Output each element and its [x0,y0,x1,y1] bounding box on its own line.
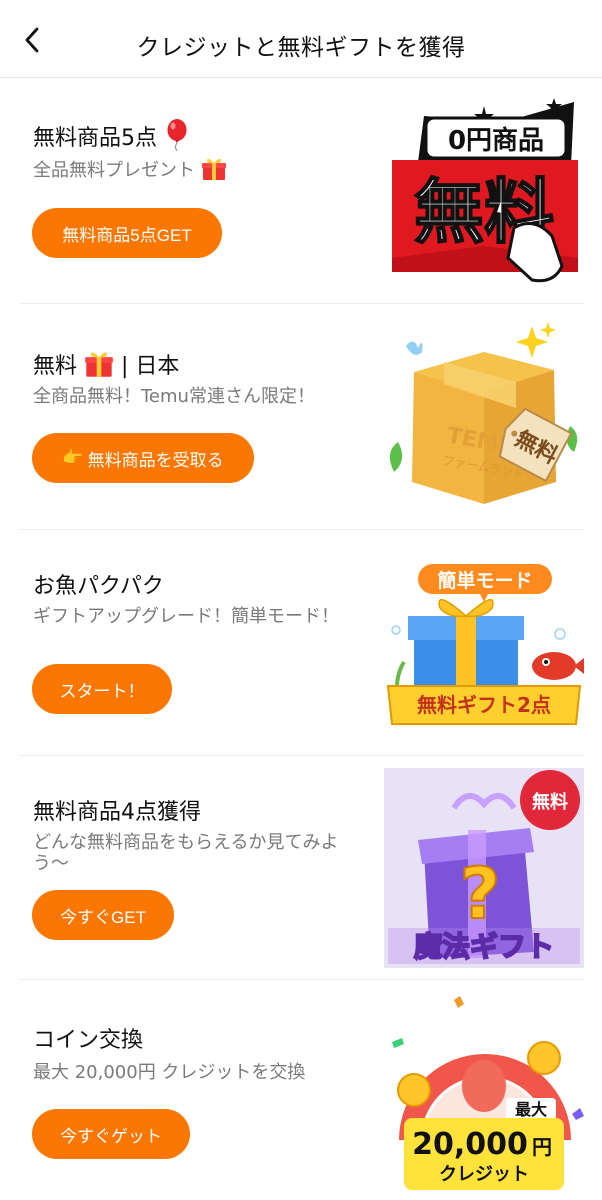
gift-icon [85,352,113,377]
offer-title: コイン交換 [33,1028,144,1053]
fish-game-illustration: 簡単モード 無料ギフト2点 [384,558,584,728]
offer-card-free-4[interactable]: 無料商品4点獲得 どんな無料商品をもらえるか見てみよう〜 今すぐGET ? 無料… [20,756,584,980]
offer-subtitle: 全商品無料！Temu常連さん限定！ [33,386,315,407]
get-coins-now-button[interactable]: 今すぐゲット [32,1109,190,1159]
temu-box-illustration: TEMU ファームランド 無料 [384,322,584,518]
get-now-button[interactable]: 今すぐGET [32,890,174,940]
offer-subtitle: どんな無料商品をもらえるか見てみよう〜 [33,832,339,874]
gift-icon [201,158,226,180]
get-free-5-button[interactable]: 無料商品5点GET [32,208,222,258]
free-gift-banner-text: 無料ギフト2点 [417,693,551,717]
offer-card-temu-regulars[interactable]: 無料 | 日本 全商品無料！Temu常連さん限定！ 👉 無料商品を受取る TEM… [20,304,584,530]
offer-subtitle: ギフトアップグレード！簡単モード！ [33,606,339,627]
page-title: クレジットと無料ギフトを獲得 [136,35,466,61]
offer-title: 無料商品4点獲得 [33,800,201,825]
yen-text: 円 [532,1135,552,1159]
magic-gift-caption: 魔法ギフト [414,930,554,963]
offer-subtitle: 最大 20,000円 クレジットを交換 [33,1062,306,1083]
offer-card-fish-game[interactable]: お魚パクパク ギフトアップグレード！簡単モード！ スタート！ 簡単モード 無料ギ… [20,530,584,756]
claim-free-items-label: 無料商品を受取る [87,450,224,470]
offer-subtitle-text: 全品無料プレゼント [33,160,195,181]
offer-subtitle: 全品無料プレゼント [33,158,353,182]
offer-title: 無料 | 日本 [33,348,179,380]
offer-title-text: 無料商品5点 [33,126,157,151]
offer-card-coin-exchange[interactable]: コイン交換 最大 20,000円 クレジットを交換 今すぐゲット 最大 20,0… [20,980,584,1200]
claim-free-items-button[interactable]: 👉 無料商品を受取る [32,433,254,483]
zero-yen-badge-text: 0円商品 [448,125,544,156]
offer-title: 無料商品5点 [33,119,189,152]
easy-mode-bubble-text: 簡単モード [437,569,532,592]
offer-title-prefix: 無料 [33,354,78,379]
question-mark-text: ? [460,853,501,935]
coin-exchange-illustration: 最大 20,000 円 クレジット [384,994,584,1194]
balloon-icon [167,119,187,151]
free-items-illustration: 0円商品 無料 [384,96,584,292]
offer-card-free-5[interactable]: 無料商品5点 全品無料プレゼント 無料商品5点GET 0円商品 無料 [20,78,584,304]
pointing-hand-icon: 👉 [62,448,84,467]
top-bar: クレジットと無料ギフトを獲得 [0,0,602,78]
offer-title-suffix: | 日本 [121,354,180,379]
magic-gift-illustration: ? 無料 魔法ギフト [384,768,584,968]
offer-title: お魚パクパク [33,574,164,599]
max-label-text: 最大 [515,1100,547,1119]
credit-text: クレジット [439,1164,529,1185]
free-badge-text: 無料 [532,791,568,813]
amount-text: 20,000 [412,1127,528,1162]
start-fish-game-button[interactable]: スタート！ [32,664,172,714]
